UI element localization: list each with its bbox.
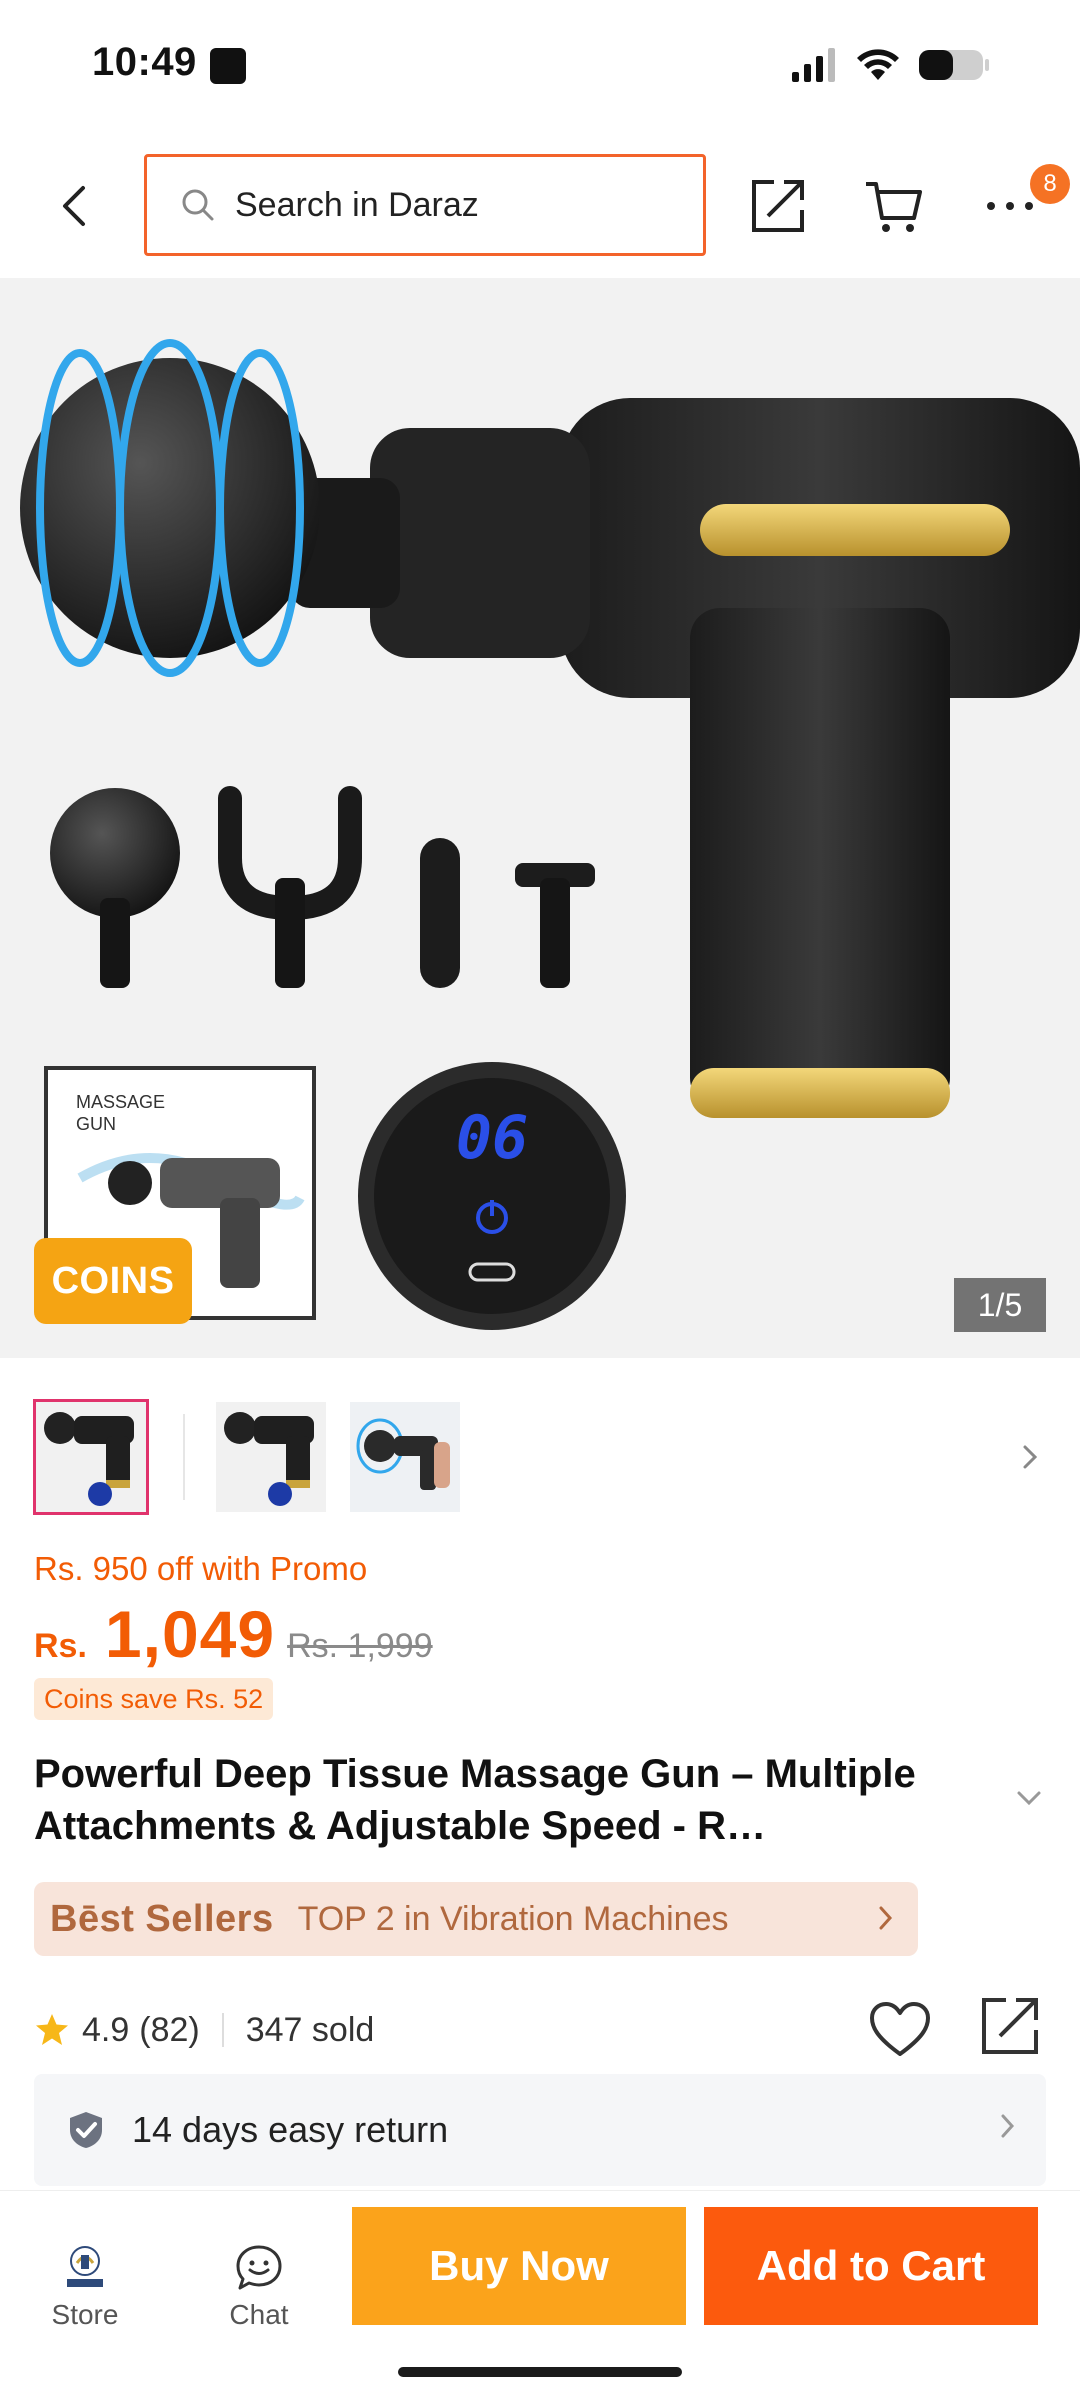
massage-gun-illustration: MASSAGE GUN 06: [20, 339, 1080, 1330]
thumbnail-2[interactable]: [216, 1402, 326, 1512]
chevron-left-icon: [63, 186, 85, 226]
best-sellers-banner[interactable]: Bēst Sellers TOP 2 in Vibration Machines: [34, 1882, 918, 1956]
thumbnail-strip: [0, 1390, 1080, 1524]
chat-label: Chat: [229, 2299, 289, 2330]
box-caption-line1: MASSAGE: [76, 1092, 165, 1112]
chevron-right-icon: [1001, 2114, 1015, 2138]
chevron-down-icon: [1017, 1791, 1041, 1806]
best-sellers-brand: Bēst Sellers: [50, 1897, 274, 1940]
thumbnail-image: [36, 1402, 146, 1512]
price-currency: Rs.: [34, 1627, 87, 1665]
store-label: Store: [51, 2299, 119, 2330]
search-placeholder: Search in Daraz: [235, 185, 479, 224]
share-button[interactable]: [742, 170, 814, 242]
cart-icon: [866, 182, 922, 232]
chevron-right-icon: [1023, 1445, 1038, 1469]
bottom-action-bar: Store Chat Buy Now Add to Cart: [0, 2190, 1080, 2400]
buy-now-button[interactable]: Buy Now: [352, 2207, 686, 2325]
top-nav: Search in Daraz 8: [0, 134, 1080, 278]
image-counter: 1/5: [954, 1278, 1046, 1332]
returns-policy-row[interactable]: 14 days easy return: [34, 2074, 1046, 2186]
thumbnail-divider: [183, 1414, 185, 1500]
share-icon: [982, 1998, 1038, 2054]
sold-count: 347 sold: [245, 2010, 375, 2049]
status-icons: [792, 48, 990, 82]
shield-check-icon: [70, 2112, 102, 2148]
thumbnail-image: [216, 1402, 326, 1512]
signal-icon: [792, 48, 835, 82]
divider: [221, 2013, 224, 2047]
more-icon: [987, 202, 1033, 210]
share-product-button[interactable]: [978, 1994, 1046, 2062]
cart-button[interactable]: [858, 170, 930, 242]
coins-save-tag: Coins save Rs. 52: [34, 1678, 274, 1720]
best-sellers-text: TOP 2 in Vibration Machines: [297, 1899, 729, 1938]
rating-value: 4.9: [82, 2010, 130, 2049]
expand-title-button[interactable]: [1016, 1790, 1052, 1820]
store-logo-icon: [67, 2246, 103, 2287]
thumbnails-next-button[interactable]: [1012, 1432, 1048, 1482]
notification-badge: 8: [1030, 164, 1070, 204]
product-image[interactable]: MASSAGE GUN 06 COINS 1/5: [0, 278, 1080, 1358]
wishlist-button[interactable]: [868, 2000, 932, 2060]
search-icon: [182, 189, 214, 221]
rating-count[interactable]: (82): [139, 2011, 199, 2050]
thumbnail-1[interactable]: [33, 1399, 149, 1515]
price-value: 1,049: [104, 1597, 276, 1671]
battery-icon: [919, 50, 989, 80]
status-bar: 10:49: [0, 0, 1080, 134]
price-row: Rs. 1,049 Rs. 1,999: [34, 1596, 433, 1672]
coins-badge: COINS: [34, 1238, 192, 1324]
chat-icon: [236, 2245, 282, 2290]
box-caption-line2: GUN: [76, 1114, 116, 1134]
thumbnail-image: [350, 1402, 460, 1512]
add-to-cart-button[interactable]: Add to Cart: [704, 2207, 1038, 2325]
chevron-right-icon: [879, 1906, 893, 1930]
home-indicator[interactable]: [398, 2367, 682, 2377]
display-digits: 06: [456, 1103, 528, 1173]
rating-row: 4.9 (82) 347 sold: [34, 1998, 1046, 2060]
notification-icon: [210, 48, 246, 84]
share-icon: [752, 180, 804, 232]
product-title: Powerful Deep Tissue Massage Gun – Multi…: [34, 1752, 916, 1848]
returns-text: 14 days easy return: [132, 2109, 449, 2150]
search-input[interactable]: Search in Daraz: [144, 154, 706, 256]
back-button[interactable]: [44, 170, 104, 242]
thumbnail-3[interactable]: [350, 1402, 460, 1512]
status-time: 10:49: [92, 40, 197, 84]
original-price: Rs. 1,999: [287, 1627, 433, 1665]
store-tab[interactable]: Store: [10, 2221, 160, 2331]
wifi-icon: [857, 49, 899, 80]
heart-icon: [870, 2002, 930, 2056]
star-icon: [36, 2014, 68, 2045]
promo-text: Rs. 950 off with Promo: [34, 1550, 368, 1587]
chat-tab[interactable]: Chat: [184, 2221, 334, 2331]
